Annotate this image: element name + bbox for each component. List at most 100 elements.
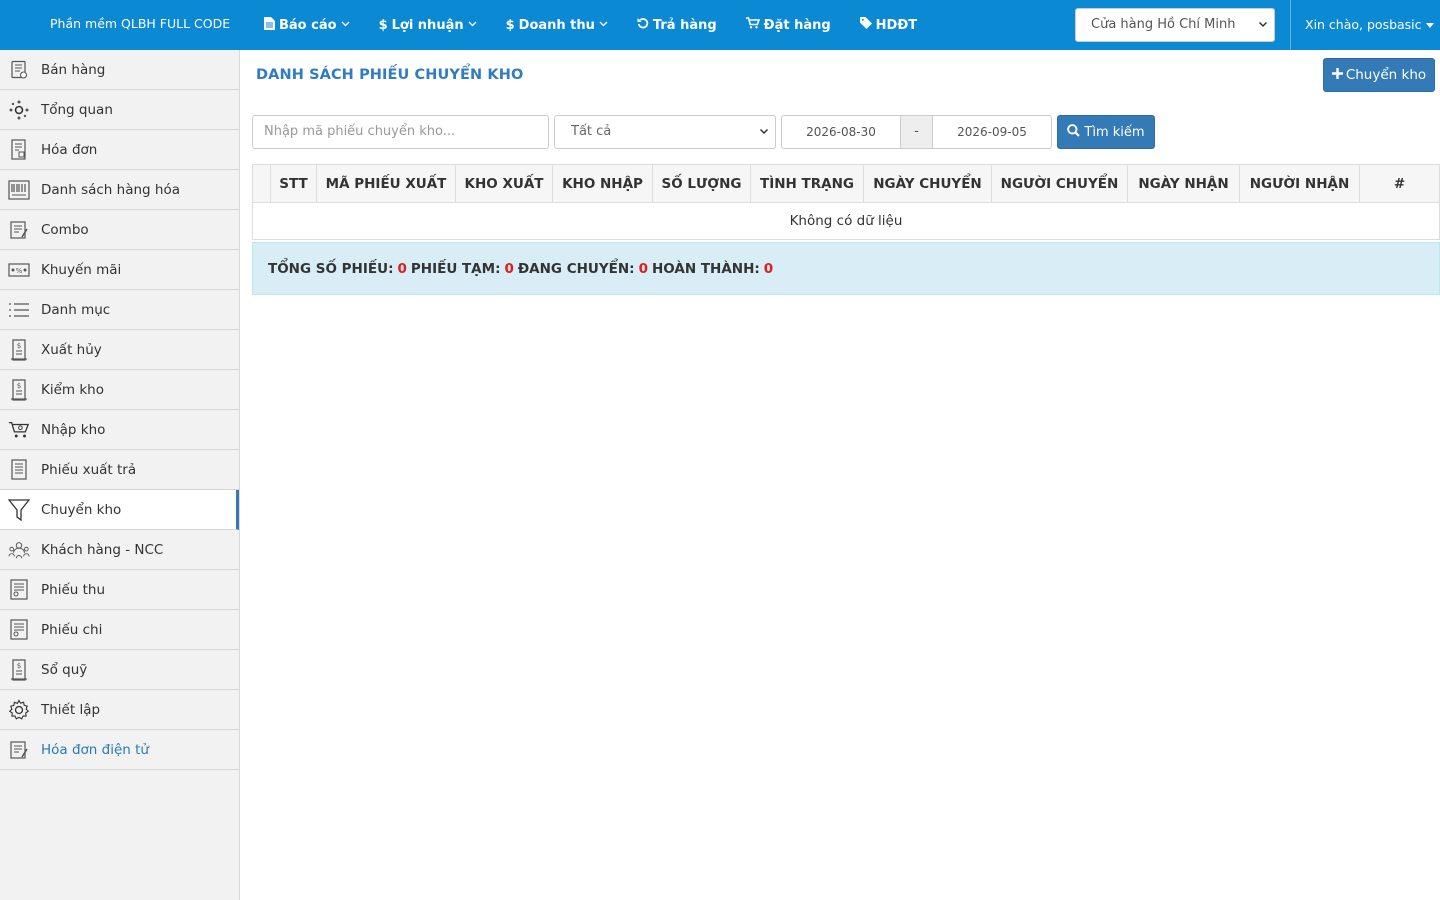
promotion-icon: % [8,259,30,281]
sidebar-item-combo[interactable]: Combo [0,210,239,250]
gear-icon [8,698,30,721]
status-select[interactable]: Tất cả [554,115,776,149]
main-content: DANH SÁCH PHIẾU CHUYỂN KHO Chuyển kho Nh… [240,50,1440,900]
chevron-down-icon [759,116,769,161]
sidebar-item-settings[interactable]: Thiết lập [0,690,239,730]
sidebar-item-categories[interactable]: Danh mục [0,290,239,330]
summary-done-value: 0 [763,260,774,277]
nav-revenue[interactable]: $ Doanh thu [506,18,608,33]
sidebar-item-stocktake[interactable]: $ Kiểm kho [0,370,239,410]
chevron-down-icon [1258,9,1268,54]
sidebar: Bán hàng Tổng quan Hóa đơn Danh sách hàn… [0,50,240,900]
column-header-actions: # [1393,175,1406,192]
sidebar-item-payments[interactable]: Phiếu chi [0,610,239,650]
sidebar-item-label: Phiếu xuất trả [41,461,137,478]
file-icon [264,16,275,34]
top-navbar: Phần mềm QLBH FULL CODE Báo cáo $ Lợi nh… [0,0,1440,50]
sidebar-item-label: Nhập kho [41,421,106,438]
column-header-receiver[interactable]: NGƯỜI NHẬN [1240,165,1360,202]
column-header-source-warehouse[interactable]: KHO XUẤT [456,165,553,202]
date-to-input[interactable]: 2026-09-05 [932,115,1052,149]
search-placeholder: Nhập mã phiếu chuyển kho... [264,124,456,139]
summary-total-value: 0 [397,260,407,277]
summary-done-label: HOÀN THÀNH: [651,260,760,277]
summary-total-label: TỔNG SỐ PHIẾU: [268,260,394,277]
svg-text:$: $ [17,382,21,390]
combo-icon [8,219,30,241]
overview-icon [8,99,30,121]
sidebar-item-return-slip[interactable]: Phiếu xuất trả [0,450,239,490]
sidebar-item-transfer[interactable]: Chuyển kho [0,490,239,530]
caret-down-icon [1425,23,1434,28]
column-header-stt[interactable]: STT [271,165,317,202]
sidebar-item-promotions[interactable]: % Khuyến mãi [0,250,239,290]
nav-einvoice[interactable]: HDĐT [859,17,918,33]
main-nav: Báo cáo $ Lợi nhuận $ Doanh thu Trả hàng [264,0,946,50]
sidebar-item-import[interactable]: Nhập kho [0,410,239,450]
search-button-label: Tìm kiếm [1084,124,1145,140]
sidebar-item-products[interactable]: Danh sách hàng hóa [0,170,239,210]
store-select-value: Cửa hàng Hồ Chí Minh [1091,17,1236,32]
empty-row: Không có dữ liệu [789,213,903,229]
chevron-down-icon [468,20,477,30]
add-transfer-button[interactable]: Chuyển kho [1323,58,1435,92]
sidebar-item-customers[interactable]: Khách hàng - NCC [0,530,239,570]
sidebar-item-label: Tổng quan [41,101,113,118]
return-icon [8,458,30,481]
sidebar-item-label: Khuyến mãi [41,261,122,278]
plus-icon [1331,67,1343,83]
summary-draft-value: 0 [504,260,514,277]
column-header-transfer-date[interactable]: NGÀY CHUYỂN [864,165,992,202]
column-header-dest-warehouse[interactable]: KHO NHẬP [553,165,653,202]
sidebar-item-label: Danh mục [41,301,111,318]
nav-orders[interactable]: Đặt hàng [745,17,831,33]
search-icon [1067,123,1084,141]
column-header-sender[interactable]: NGƯỜI CHUYỂN [992,165,1128,202]
sidebar-item-sales[interactable]: Bán hàng [0,50,239,90]
column-header-slip-code[interactable]: MÃ PHIẾU XUẤT [317,165,456,202]
sidebar-item-overview[interactable]: Tổng quan [0,90,239,130]
list-icon [8,299,30,321]
svg-text:$: $ [17,342,21,350]
status-select-value: Tất cả [571,124,612,139]
nav-profit-label: Lợi nhuận [391,17,464,33]
store-select[interactable]: Cửa hàng Hồ Chí Minh [1075,8,1275,42]
nav-returns-label: Trả hàng [652,17,717,33]
sidebar-item-cashbook[interactable]: $ Sổ quỹ [0,650,239,690]
ledger-icon: $ [8,658,30,681]
search-button[interactable]: Tìm kiếm [1057,115,1155,149]
svg-text:%: % [16,267,23,275]
sidebar-item-einvoice[interactable]: Hóa đơn điện tử [0,730,239,770]
sidebar-item-invoices[interactable]: Hóa đơn [0,130,239,170]
sidebar-item-label: Kiểm kho [41,381,104,398]
sidebar-item-disposal[interactable]: $ Xuất hủy [0,330,239,370]
column-header-checkbox [253,165,271,202]
user-greeting: Xin chào, posbasic [1305,17,1422,32]
nav-reports-label: Báo cáo [279,17,337,33]
nav-profit[interactable]: $ Lợi nhuận [379,18,477,33]
sidebar-item-label: Combo [41,221,89,238]
column-header-received-date[interactable]: NGÀY NHẬN [1128,165,1240,202]
search-input[interactable]: Nhập mã phiếu chuyển kho... [252,115,549,149]
barcode-icon [8,179,30,201]
sidebar-item-label: Danh sách hàng hóa [41,181,180,198]
ledger-icon: $ [8,378,30,401]
column-header-quantity[interactable]: SỐ LƯỢNG [653,165,751,202]
table-header: STT MÃ PHIẾU XUẤT KHO XUẤT KHO NHẬP SỐ L… [253,165,1439,203]
cart-icon [8,419,30,441]
sidebar-item-receipts[interactable]: Phiếu thu [0,570,239,610]
column-header-status[interactable]: TÌNH TRẠNG [751,165,864,202]
sidebar-item-label: Sổ quỹ [41,661,88,678]
nav-einvoice-label: HDĐT [875,17,918,33]
tag-icon [859,17,872,33]
brand-link[interactable]: Phần mềm QLBH FULL CODE [50,0,230,50]
sidebar-item-label: Thiết lập [41,701,101,718]
date-from-input[interactable]: 2026-08-30 [781,115,901,149]
user-menu[interactable]: Xin chào, posbasic [1305,0,1434,50]
nav-returns[interactable]: Trả hàng [637,17,717,33]
date-range-separator: - [900,115,933,149]
nav-reports[interactable]: Báo cáo [264,16,350,34]
filter-icon [8,498,30,521]
chevron-down-icon [341,20,350,30]
nav-revenue-label: Doanh thu [518,17,595,33]
